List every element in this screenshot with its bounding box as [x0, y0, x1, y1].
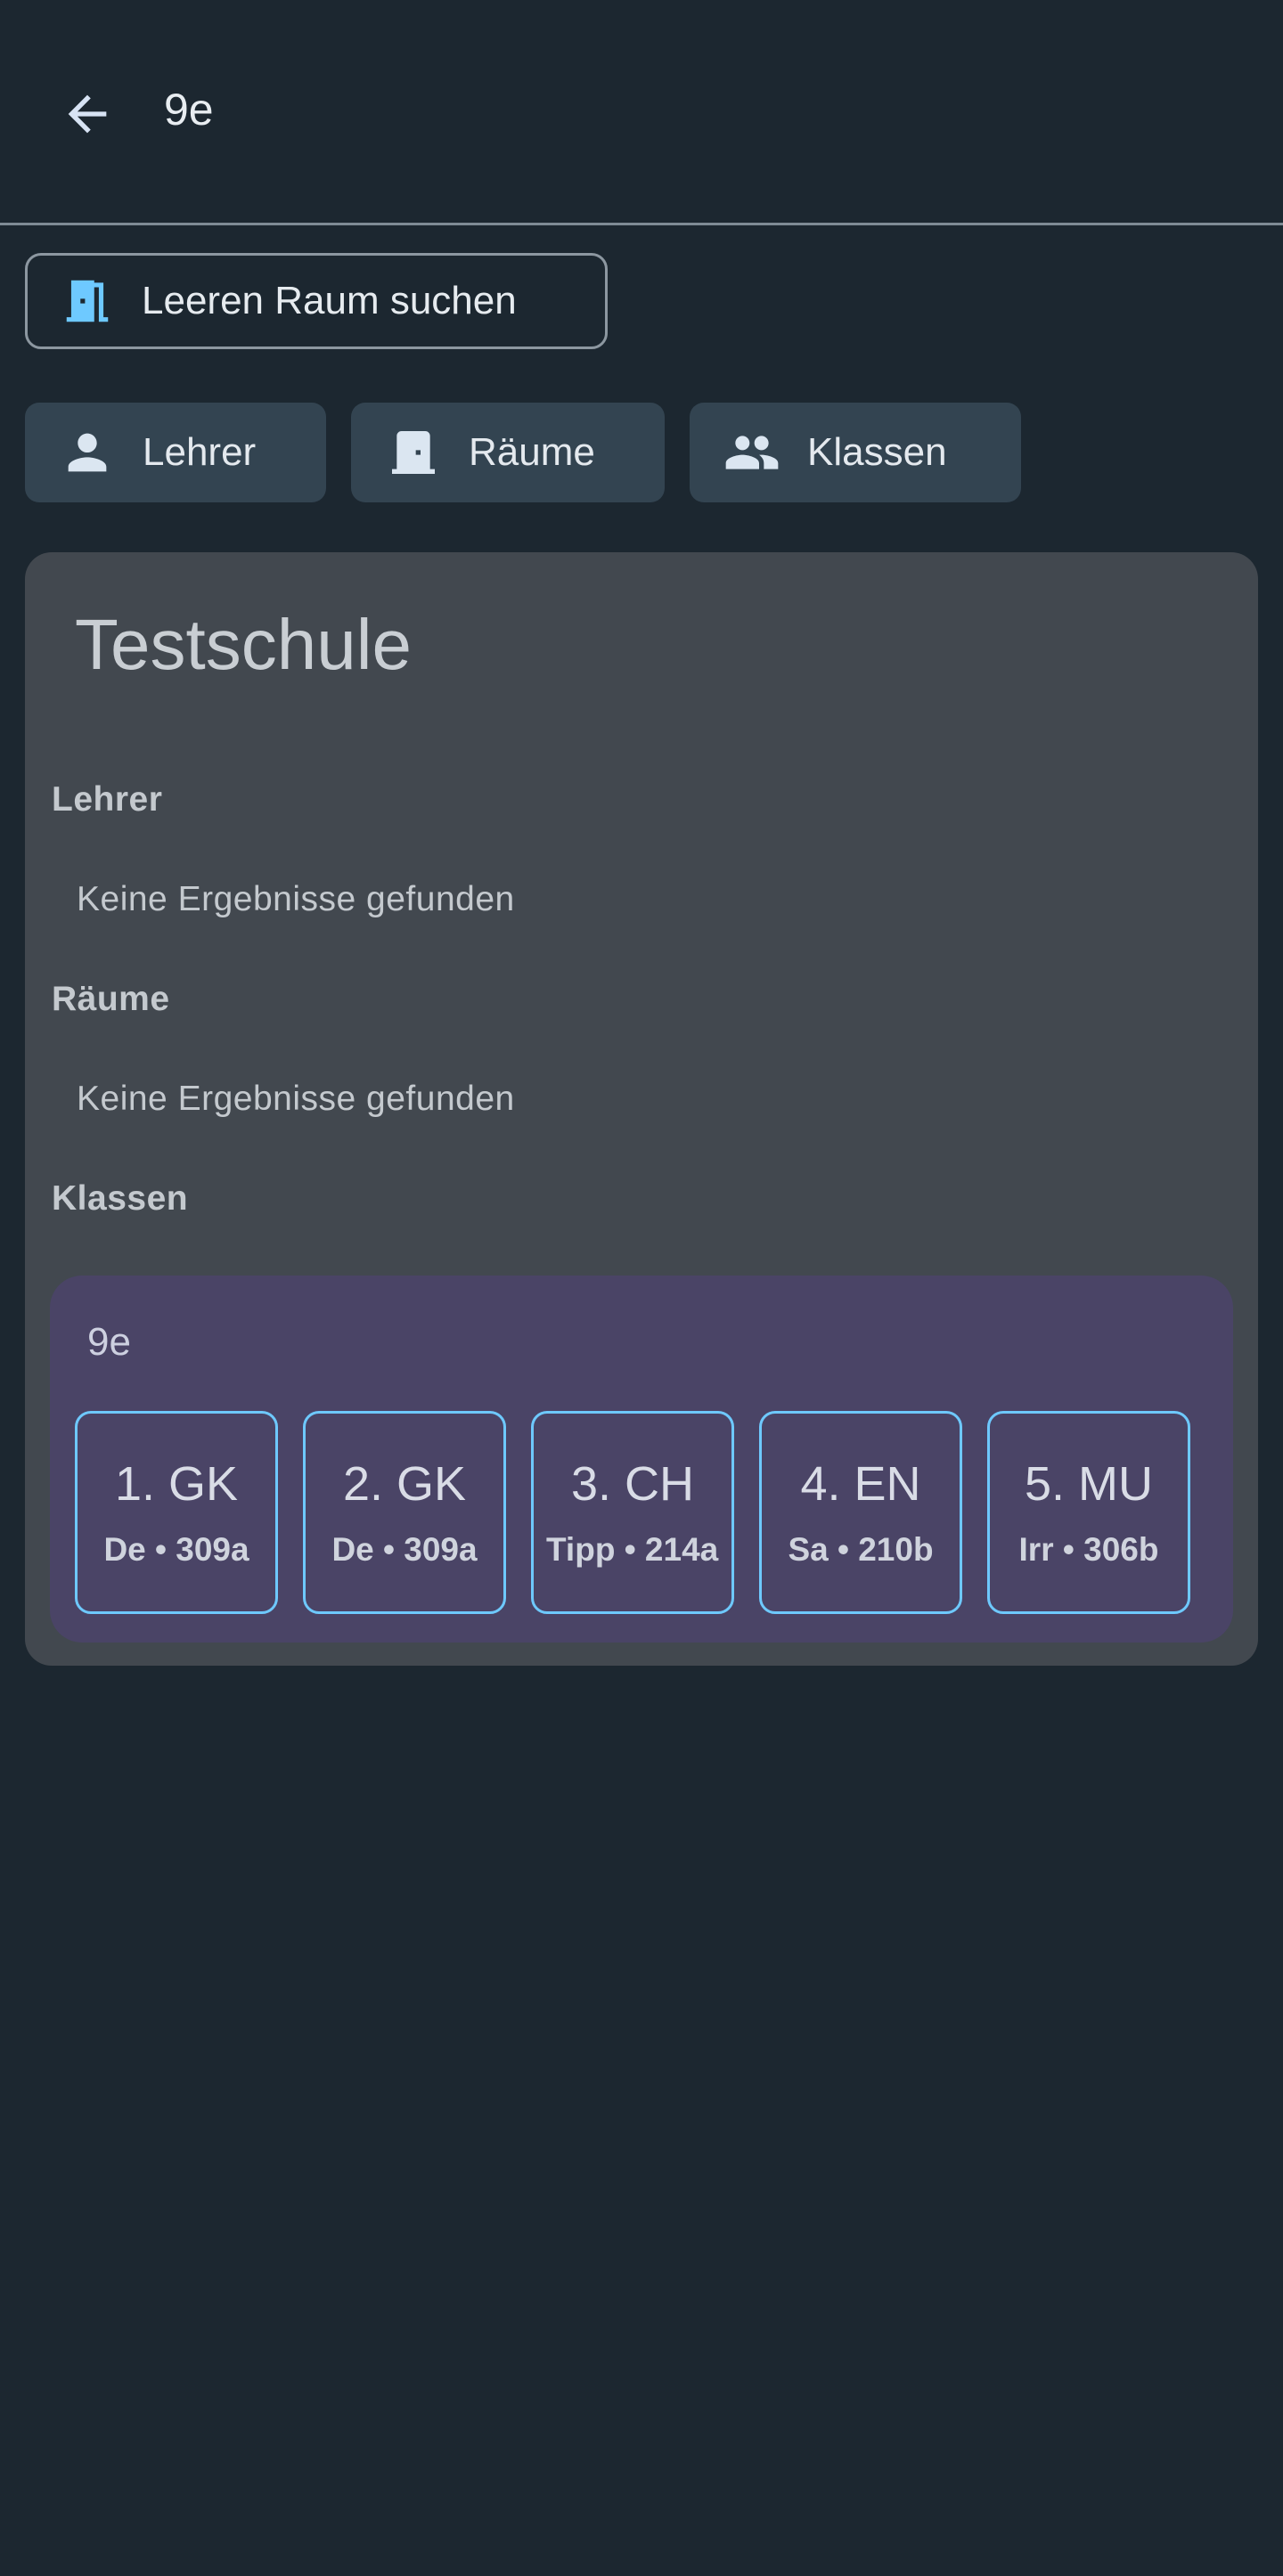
- lesson-subject: 3. CH: [570, 1457, 695, 1511]
- chip-klassen[interactable]: Klassen: [690, 403, 1021, 502]
- header-divider: [0, 223, 1283, 225]
- school-results-card: Testschule Lehrer Keine Ergebnisse gefun…: [25, 552, 1258, 1666]
- lesson-card[interactable]: 3. CH Tipp • 214a: [531, 1411, 734, 1614]
- lesson-subject: 4. EN: [800, 1457, 921, 1511]
- person-icon: [59, 424, 116, 481]
- lesson-subject: 1. GK: [114, 1457, 239, 1511]
- section-title-lehrer: Lehrer: [52, 780, 163, 819]
- chip-raeume[interactable]: Räume: [351, 403, 665, 502]
- lesson-card[interactable]: 5. MU Irr • 306b: [987, 1411, 1190, 1614]
- no-results-lehrer: Keine Ergebnisse gefunden: [77, 880, 515, 918]
- back-button[interactable]: [45, 71, 130, 157]
- chip-lehrer-label: Lehrer: [143, 430, 257, 474]
- school-name: Testschule: [75, 605, 412, 684]
- door-icon: [385, 424, 442, 481]
- lesson-card[interactable]: 1. GK De • 309a: [75, 1411, 278, 1614]
- door-open-icon: [60, 272, 115, 330]
- group-icon: [723, 424, 780, 481]
- lesson-teacher-room: De • 309a: [331, 1531, 478, 1568]
- class-card-9e[interactable]: 9e 1. GK De • 309a 2. GK De • 309a 3. CH…: [50, 1276, 1233, 1643]
- arrow-left-icon: [68, 94, 107, 134]
- no-results-raeume: Keine Ergebnisse gefunden: [77, 1080, 515, 1118]
- lesson-teacher-room: Irr • 306b: [1018, 1531, 1159, 1568]
- lesson-teacher-room: De • 309a: [103, 1531, 249, 1568]
- lesson-card[interactable]: 4. EN Sa • 210b: [759, 1411, 962, 1614]
- chip-lehrer[interactable]: Lehrer: [25, 403, 326, 502]
- top-app-bar: 9e: [0, 0, 1283, 223]
- class-name: 9e: [87, 1320, 131, 1364]
- section-title-klassen: Klassen: [52, 1179, 189, 1218]
- lesson-subject: 5. MU: [1024, 1457, 1154, 1511]
- lesson-teacher-room: Sa • 210b: [788, 1531, 934, 1568]
- lesson-subject: 2. GK: [342, 1457, 467, 1511]
- lesson-card[interactable]: 2. GK De • 309a: [303, 1411, 506, 1614]
- chip-raeume-label: Räume: [469, 430, 595, 474]
- lesson-teacher-room: Tipp • 214a: [546, 1531, 719, 1568]
- section-title-raeume: Räume: [52, 980, 170, 1018]
- page-title: 9e: [164, 85, 214, 135]
- find-empty-room-button[interactable]: Leeren Raum suchen: [25, 253, 608, 349]
- find-empty-room-label: Leeren Raum suchen: [142, 279, 517, 322]
- lesson-strip[interactable]: 1. GK De • 309a 2. GK De • 309a 3. CH Ti…: [75, 1411, 1210, 1614]
- chip-klassen-label: Klassen: [807, 430, 947, 474]
